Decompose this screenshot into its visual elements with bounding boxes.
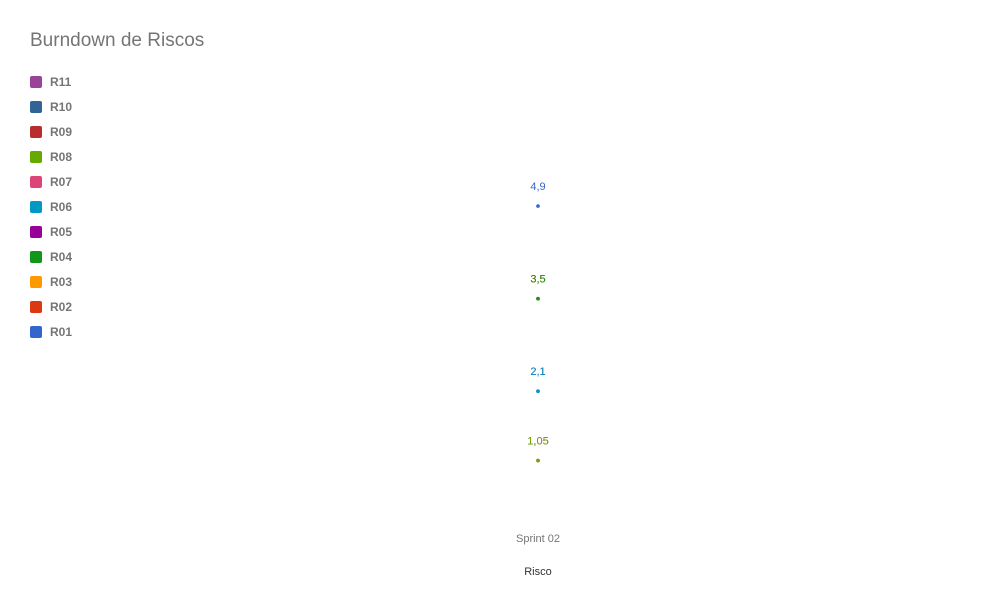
data-point-r06[interactable] xyxy=(536,389,540,394)
data-label-r08: 1,05 xyxy=(527,436,548,448)
data-label-r04: 3,5 xyxy=(530,274,545,286)
data-point-r08[interactable] xyxy=(536,458,540,463)
plot-area: 4,93,53,53,52,12,11,051,05Sprint 02Risco xyxy=(516,181,560,578)
data-label-r01: 4,9 xyxy=(530,181,545,193)
x-axis-label: Risco xyxy=(524,566,552,578)
data-label-r06: 2,1 xyxy=(530,366,545,378)
data-point-r04[interactable] xyxy=(536,296,540,301)
x-tick-label: Sprint 02 xyxy=(516,533,560,545)
data-point-r01[interactable] xyxy=(536,204,540,208)
